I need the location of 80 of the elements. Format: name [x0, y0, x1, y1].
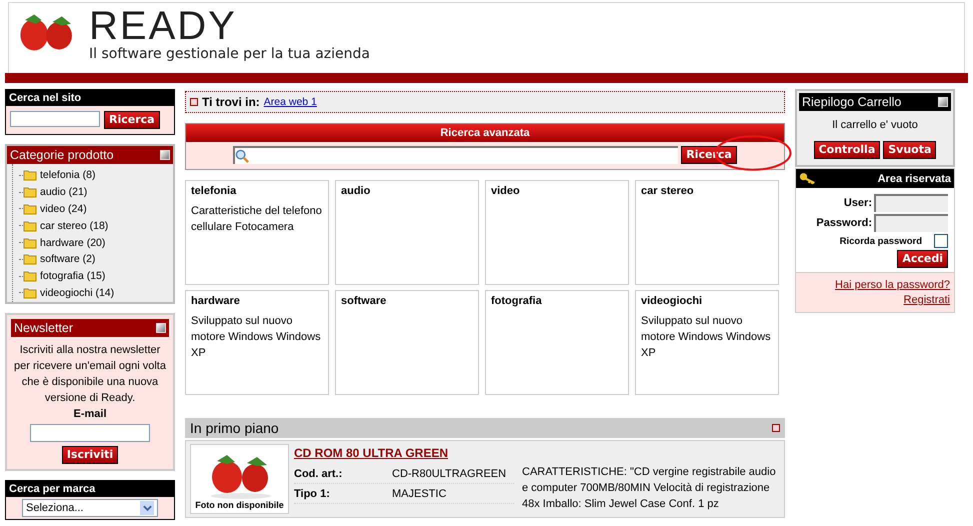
email-field[interactable]: [30, 424, 150, 442]
folder-icon: [23, 253, 37, 266]
search-icon: [235, 148, 250, 164]
card-title: software: [341, 295, 388, 307]
category-card[interactable]: telefonia Caratteristiche del telefono cellulare Fotocamera: [185, 180, 329, 285]
brand-select[interactable]: Seleziona...: [22, 499, 158, 518]
account-link[interactable]: Registrati: [904, 294, 950, 306]
product-description: CARATTERISTICHE: "CD vergine registrabile audio e computer 700MB/80MIN Velocità di registrazione 48x Imballo: Slim Jewel Case Conf. 1 pz: [522, 465, 777, 512]
email-label: E-mail: [73, 408, 106, 420]
category-card[interactable]: audio: [335, 180, 479, 285]
field-label: Tipo 1:: [294, 488, 331, 500]
account-link[interactable]: Hai perso la password?: [835, 279, 950, 291]
category-card[interactable]: software: [335, 290, 479, 395]
subscribe-button[interactable]: Iscriviti: [62, 446, 118, 464]
password-field[interactable]: [874, 214, 948, 232]
field-value: MAJESTIC: [392, 488, 446, 500]
folder-icon: [23, 202, 37, 215]
box-title: Newsletter: [14, 321, 74, 336]
card-description: Sviluppato sul nuovo motore Windows Windows XP: [641, 314, 772, 361]
key-icon: [799, 172, 817, 185]
card-description: Caratteristiche del telefono cellulare Fotocamera: [191, 204, 323, 235]
folder-icon: [23, 220, 37, 232]
folder-icon: [23, 236, 37, 249]
folder-icon: [23, 169, 37, 182]
card-title: hardware: [191, 295, 241, 307]
category-card[interactable]: videogiochi Sviluppato sul nuovo motore Windows Windows XP: [635, 290, 779, 395]
box-title: Categorie prodotto: [10, 148, 114, 162]
category-card[interactable]: car stereo: [635, 180, 779, 285]
cart-message: Il carrello e' vuoto: [831, 119, 919, 131]
folder-icon: [23, 286, 37, 299]
box-title: Riepilogo Carrello: [802, 95, 902, 109]
password-label: Password:: [816, 217, 872, 229]
dropdown-icon: [142, 505, 152, 512]
product-link[interactable]: CD ROM 80 ULTRA GREEN: [294, 446, 448, 460]
remember-label: Ricorda password: [840, 236, 922, 246]
user-label: User:: [844, 197, 872, 209]
category-link[interactable]: hardware (20): [40, 236, 106, 249]
remember-checkbox[interactable]: [934, 234, 948, 248]
card-description: Sviluppato sul nuovo motore Windows Windows XP: [191, 314, 322, 361]
card-title: audio: [341, 185, 372, 197]
category-link[interactable]: telefonia (8): [40, 169, 96, 182]
folder-icon: [23, 270, 37, 282]
box-title: Cerca per marca: [6, 481, 174, 498]
category-link[interactable]: audio (21): [40, 186, 88, 198]
breadcrumb-link[interactable]: Area web 1: [264, 96, 317, 108]
bullet-icon: [190, 98, 198, 106]
search-button[interactable]: Ricerca: [681, 146, 737, 164]
category-link[interactable]: car stereo (18): [40, 220, 108, 232]
search-field[interactable]: [233, 146, 678, 164]
search-button[interactable]: Ricerca: [104, 111, 160, 129]
category-card[interactable]: hardware Sviluppato sul nuovo motore Windows Windows XP: [185, 290, 329, 395]
search-field[interactable]: [10, 111, 100, 127]
card-title: telefonia: [191, 185, 238, 197]
category-card[interactable]: fotografia: [485, 290, 629, 395]
category-link[interactable]: software (2): [40, 253, 96, 266]
panel-title: Ricerca avanzata: [186, 124, 784, 142]
box-title: Cerca nel sito: [6, 90, 174, 106]
category-card[interactable]: video: [485, 180, 629, 285]
card-title: car stereo: [641, 185, 695, 197]
category-link[interactable]: fotografia (15): [40, 270, 106, 282]
card-title: fotografia: [491, 295, 543, 307]
field-label: Cod. art.:: [294, 468, 344, 480]
minimize-icon[interactable]: [772, 424, 780, 432]
photo-caption: Foto non disponibile: [195, 500, 284, 510]
field-value: CD-R80ULTRAGREEN: [392, 468, 506, 480]
cart-button[interactable]: Svuota: [883, 141, 936, 159]
tagline: Il software gestionale per la tua azienda: [89, 46, 370, 62]
user-field[interactable]: [874, 194, 948, 212]
category-link[interactable]: video (24): [40, 202, 87, 215]
card-title: videogiochi: [641, 295, 704, 307]
folder-icon: [23, 186, 37, 198]
section-title: In primo piano: [190, 420, 279, 436]
category-link[interactable]: videogiochi (14): [40, 286, 114, 299]
cart-button[interactable]: Controlla: [814, 141, 880, 159]
login-button[interactable]: Accedi: [897, 250, 948, 268]
box-title: Area riservata: [878, 172, 951, 184]
newsletter-text: Iscriviti alla nostra newsletter per ricevere un'email ogni volta che è disponibile una nuova versione di Ready.: [13, 343, 167, 406]
card-title: video: [491, 185, 521, 197]
breadcrumb-label: Ti trovi in:: [202, 95, 260, 109]
logo-text: READY: [89, 7, 237, 45]
